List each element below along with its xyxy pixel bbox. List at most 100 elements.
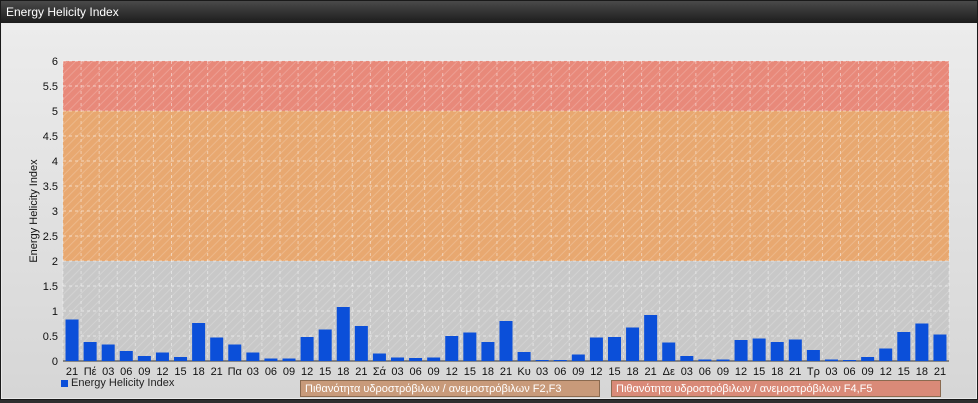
bar[interactable] [445, 336, 459, 361]
bar[interactable] [571, 354, 585, 362]
bar[interactable] [83, 342, 97, 361]
y-tick-label: 4.5 [43, 131, 58, 143]
y-axis-label: Energy Helicity Index [28, 159, 40, 263]
bar[interactable] [589, 337, 603, 362]
bar[interactable] [192, 323, 206, 361]
x-tick-label: 12 [301, 366, 313, 378]
x-tick-label: 06 [409, 366, 421, 378]
x-tick-label: 15 [319, 366, 331, 378]
band-f4f5-text: Πιθανότητα υδροστρόβιλων / ανεμοστρόβιλω… [616, 383, 873, 395]
bar[interactable] [137, 356, 151, 361]
x-tick-label: 03 [391, 366, 403, 378]
y-tick-label: 2 [52, 256, 58, 268]
bar[interactable] [155, 352, 169, 362]
x-tick-label: Δε [663, 366, 675, 378]
x-tick-label: 15 [898, 366, 910, 378]
bar[interactable] [409, 358, 423, 361]
x-tick-label: 09 [428, 366, 440, 378]
x-tick-label: 21 [500, 366, 512, 378]
bar[interactable] [427, 357, 441, 362]
band-f4f5-label: Πιθανότητα υδροστρόβιλων / ανεμοστρόβιλω… [611, 380, 941, 397]
x-tick-label: 15 [753, 366, 765, 378]
x-tick-label: 18 [337, 366, 349, 378]
y-tick-label: 4 [52, 156, 58, 168]
bar[interactable] [897, 332, 911, 361]
bar[interactable] [354, 326, 368, 361]
x-tick-label: 06 [843, 366, 855, 378]
bar[interactable] [65, 319, 79, 362]
x-tick-label: 21 [645, 366, 657, 378]
x-tick-label: 09 [862, 366, 874, 378]
bar[interactable] [300, 337, 314, 361]
x-tick-label: 18 [771, 366, 783, 378]
bar[interactable] [824, 359, 838, 362]
band-f2f3-text: Πιθανότητα υδροστρόβιλων / ανεμοστρόβιλω… [305, 383, 562, 395]
bar[interactable] [843, 360, 857, 361]
y-tick-label: 5 [52, 106, 58, 118]
bar[interactable] [246, 352, 260, 362]
bar[interactable] [680, 356, 694, 361]
x-tick-label: Σά [373, 366, 387, 378]
y-tick-label: 3.5 [43, 181, 58, 193]
bar[interactable] [282, 358, 296, 362]
bar[interactable] [517, 352, 531, 361]
x-tick-label: Πα [228, 366, 243, 378]
bar[interactable] [210, 337, 224, 362]
x-tick-label: 09 [283, 366, 295, 378]
bar[interactable] [752, 338, 766, 362]
legend: Energy Helicity Index [61, 377, 174, 389]
ehi-bar-chart: 00.511.522.533.544.555.56 21 Πέ 03 06 09 12 15… [28, 56, 950, 378]
x-tick-label: 06 [699, 366, 711, 378]
bar[interactable] [481, 342, 495, 361]
y-tick-label: 0 [52, 356, 58, 368]
bar[interactable] [788, 339, 802, 362]
x-tick-label: 15 [608, 366, 620, 378]
bar[interactable] [716, 359, 730, 362]
bar[interactable] [553, 360, 567, 361]
x-tick-label: 12 [880, 366, 892, 378]
bar[interactable] [607, 337, 621, 361]
bar[interactable] [391, 357, 405, 362]
x-tick-label: 09 [572, 366, 584, 378]
bar[interactable] [174, 357, 188, 361]
bar[interactable] [861, 357, 875, 361]
y-tick-label: 1.5 [43, 281, 58, 293]
x-tick-label: 12 [446, 366, 458, 378]
bar[interactable] [336, 307, 350, 361]
bar[interactable] [264, 358, 278, 362]
bar[interactable] [662, 342, 676, 362]
title-bar: Energy Helicity Index [1, 1, 977, 23]
x-tick-label: 12 [735, 366, 747, 378]
bar[interactable] [463, 332, 477, 362]
bar[interactable] [734, 340, 748, 361]
x-tick-label: 03 [536, 366, 548, 378]
bar[interactable] [499, 321, 513, 361]
x-tick-label: 21 [789, 366, 801, 378]
bar[interactable] [318, 329, 332, 362]
x-tick-label: 06 [265, 366, 277, 378]
bar[interactable] [933, 334, 947, 362]
x-tick-label: Κυ [517, 366, 530, 378]
y-tick-label: 3 [52, 206, 58, 218]
bar[interactable] [879, 348, 893, 362]
bar[interactable] [101, 344, 115, 362]
x-tick-label: Τρ [807, 366, 820, 378]
bar[interactable] [770, 342, 784, 361]
legend-swatch [61, 379, 68, 387]
bar[interactable] [535, 360, 549, 361]
x-tick-label: 03 [247, 366, 259, 378]
x-tick-label: 18 [482, 366, 494, 378]
x-tick-label: 18 [916, 366, 928, 378]
band-f2f3-label: Πιθανότητα υδροστρόβιλων / ανεμοστρόβιλω… [300, 380, 600, 397]
bar[interactable] [644, 315, 658, 361]
x-tick-label: 18 [192, 366, 204, 378]
bar[interactable] [915, 323, 929, 362]
bar[interactable] [698, 359, 712, 362]
y-tick-label: 5.5 [43, 81, 58, 93]
bar[interactable] [372, 353, 386, 362]
bar[interactable] [228, 344, 242, 362]
bar[interactable] [806, 350, 820, 361]
bar[interactable] [626, 327, 640, 362]
bar[interactable] [119, 351, 133, 361]
x-tick-label: 18 [626, 366, 638, 378]
